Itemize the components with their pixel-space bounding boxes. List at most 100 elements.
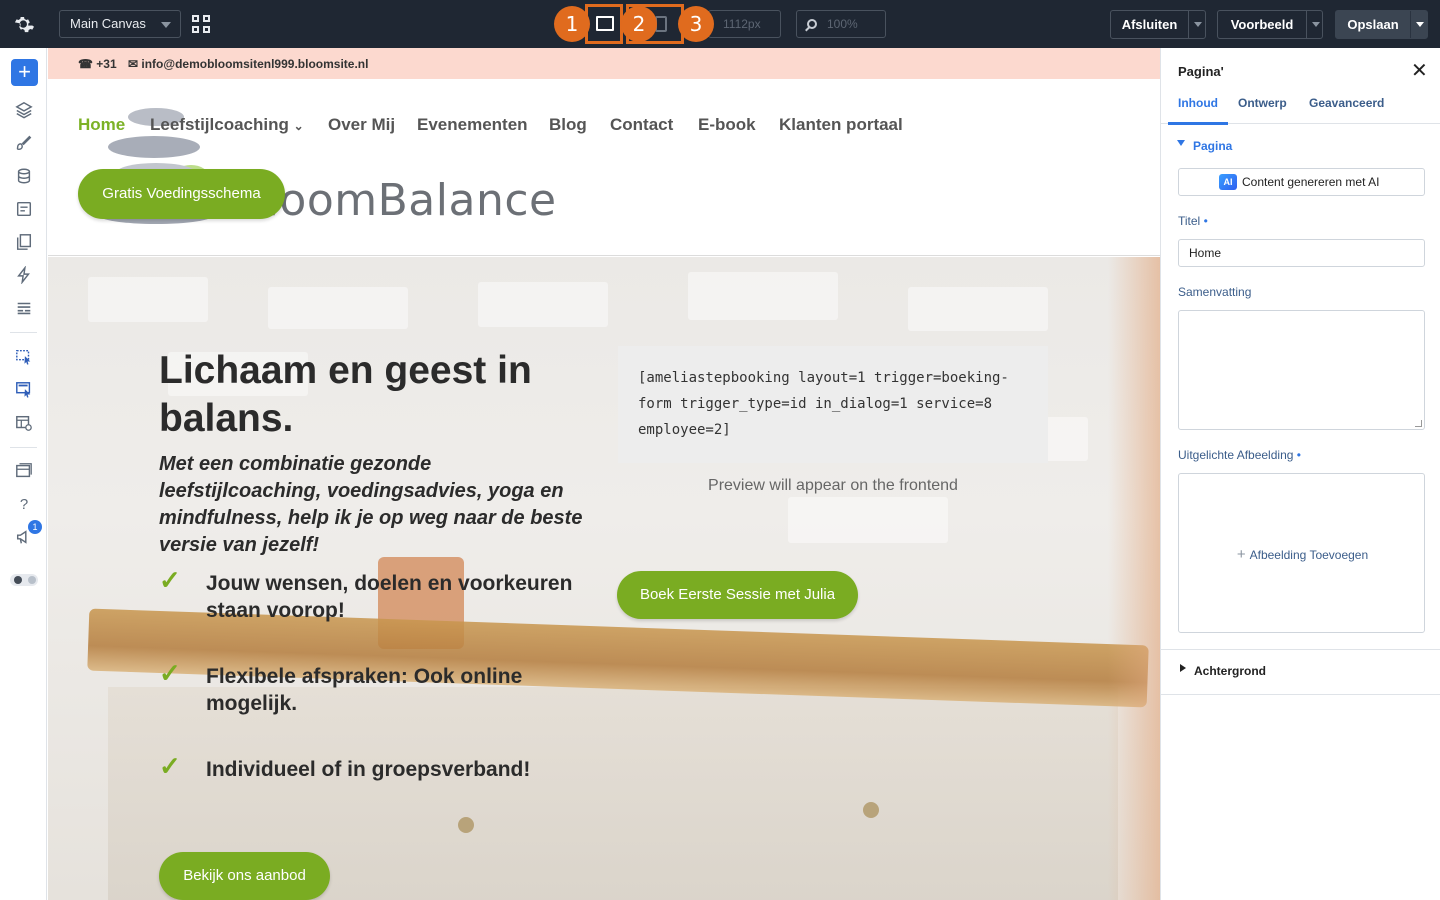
bg-brick [788,497,948,543]
bg-brick [88,277,208,322]
grid-icon[interactable] [192,15,210,33]
ai-icon: AI [1219,174,1237,190]
nav-item-label: Leefstijlcoaching [150,115,289,134]
annotation-marker-1: 1 [554,6,590,42]
tab-inhoud[interactable]: Inhoud [1178,96,1218,110]
form-icon[interactable] [14,200,34,220]
bg-brick [478,282,608,327]
template-icon[interactable] [14,299,34,319]
panel-divider [1161,694,1440,695]
preview-dropdown-chevron-icon[interactable] [1306,11,1324,38]
book-session-button[interactable]: Boek Eerste Sessie met Julia [617,571,858,619]
nav-item-evenementen[interactable]: Evenementen [417,115,528,135]
stacked-layers-icon[interactable] [14,462,34,482]
preview-note: Preview will appear on the frontend [708,477,958,494]
email-contact[interactable]: ✉ info@demobloomsitenl999.bloomsite.nl [128,57,368,71]
add-element-button[interactable]: + [11,59,38,86]
sidebar-divider [10,332,37,333]
caret-down-icon[interactable] [1177,140,1185,146]
phone-contact[interactable]: ☎ +31 [78,57,117,71]
search-icon [807,19,817,29]
hero-section: Lichaam en geest in balans. Met een comb… [48,257,1160,900]
panel-title: Pagina' [1178,64,1224,79]
check-icon: ✓ [159,751,181,781]
ai-button-label: Content genereren met AI [1242,175,1380,189]
feature-item: Flexibele afspraken: Ook online mogelijk… [206,665,523,715]
nav-item-home[interactable]: Home [78,115,125,135]
summary-field-label: Samenvatting [1178,285,1252,299]
settings-gear-icon[interactable] [12,12,36,36]
title-field-label: Titel • [1178,214,1208,228]
exit-dropdown-chevron-icon[interactable] [1188,11,1206,38]
exit-button-label: Afsluiten [1121,17,1178,32]
preview-button[interactable]: Voorbeeld [1217,10,1323,39]
featured-image-label: Uitgelichte Afbeelding • [1178,448,1301,462]
save-button-label: Opslaan [1347,17,1399,32]
notification-badge: 1 [28,520,42,534]
canvas-select[interactable]: Main Canvas [59,10,181,38]
bg-brick [688,272,838,320]
zoom-field[interactable]: 100% [796,10,886,38]
canvas-width-field[interactable]: 1112px [708,10,781,38]
panel-tabs: Inhoud Ontwerp Geavanceerd [1161,94,1440,125]
bolt-icon[interactable] [14,265,34,286]
page-canvas[interactable]: ☎ +31 ✉ info@demobloomsitenl999.bloomsit… [48,48,1160,900]
active-tab-indicator [1168,122,1228,125]
database-icon[interactable] [14,167,34,187]
select-tool-icon[interactable] [14,348,34,368]
generate-ai-content-button[interactable]: AI Content genereren met AI [1178,168,1425,196]
save-button[interactable]: Opslaan [1335,10,1428,39]
panel-divider [1161,649,1440,650]
tab-geavanceerd[interactable]: Geavanceerd [1309,96,1384,110]
canvas-select-value: Main Canvas [70,16,146,31]
view-offer-button[interactable]: Bekijk ons aanbod [159,852,330,900]
nav-item-contact[interactable]: Contact [610,115,673,135]
bg-knob [863,802,879,818]
bg-brick [908,287,1048,331]
annotation-marker-2: 2 [621,6,657,42]
hero-title: Lichaam en geest in balans. [159,349,532,440]
summary-textarea[interactable] [1178,310,1425,430]
add-image-button[interactable]: + Afbeelding Toevoegen [1179,546,1426,563]
save-dropdown-chevron-icon[interactable] [1410,11,1428,38]
feature-item: Individueel of in groepsverband! [206,758,531,781]
pages-icon[interactable] [14,233,34,253]
theme-toggle-icon[interactable] [10,574,38,586]
email-address: info@demobloomsitenl999.bloomsite.nl [141,57,369,71]
section-achtergrond[interactable]: Achtergrond [1194,664,1266,678]
nav-item-klanten-portaal[interactable]: Klanten portaal [779,115,903,135]
left-icon-bar: + ? 1 [0,48,47,900]
preview-layout-icon[interactable] [14,414,34,434]
nav-item-blog[interactable]: Blog [549,115,587,135]
marker-box-1 [585,4,623,44]
brush-icon[interactable] [14,134,34,154]
caret-right-icon[interactable] [1180,664,1186,672]
check-icon: ✓ [159,658,181,688]
title-input[interactable]: Home [1178,239,1425,267]
select-multi-icon[interactable] [14,381,34,401]
section-pagina[interactable]: Pagina [1193,139,1232,153]
booking-shortcode-block[interactable]: [ameliastepbooking layout=1 trigger=boek… [618,346,1048,463]
add-image-label: Afbeelding Toevoegen [1249,548,1369,562]
zoom-value: 100% [827,17,858,31]
nav-item-leefstijlcoaching[interactable]: Leefstijlcoaching ⌄ [150,115,304,135]
title-label-text: Titel [1178,214,1201,228]
bg-knob [458,817,474,833]
check-icon: ✓ [159,565,181,595]
help-icon[interactable]: ? [14,495,34,515]
tab-ontwerp[interactable]: Ontwerp [1238,96,1287,110]
exit-button[interactable]: Afsluiten [1110,10,1206,39]
featured-image-dropzone[interactable]: + Afbeelding Toevoegen [1178,473,1425,633]
nav-item-over-mij[interactable]: Over Mij [328,115,395,135]
close-icon[interactable]: ✕ [1411,58,1428,83]
nav-item-ebook[interactable]: E-book [698,115,756,135]
layers-icon[interactable] [14,101,34,121]
required-dot-icon: • [1296,448,1301,462]
plus-icon: + [1236,546,1246,563]
free-nutrition-plan-button[interactable]: Gratis Voedingsschema [78,169,285,219]
top-toolbar: Main Canvas 1112px 100% 1 2 3 Afsluiten … [0,0,1440,48]
hero-subtitle: Met een combinatie gezonde leefstijlcoac… [159,453,583,556]
sidebar-divider [10,447,37,448]
required-dot-icon: • [1203,214,1208,228]
preview-button-label: Voorbeeld [1230,17,1294,32]
